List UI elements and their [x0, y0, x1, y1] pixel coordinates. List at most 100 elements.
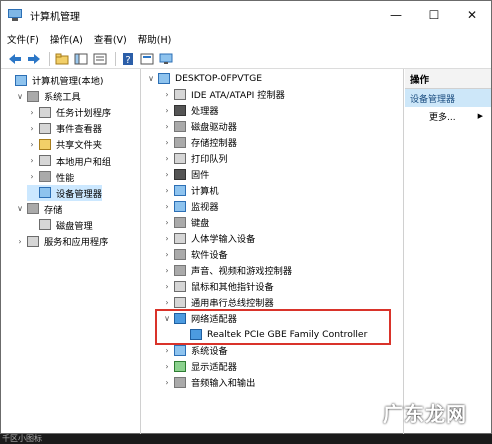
help-icon[interactable]: ? [120, 51, 136, 67]
ide-controller-icon [174, 88, 186, 100]
chevron-right-icon[interactable]: › [27, 140, 37, 149]
chevron-right-icon[interactable]: › [162, 234, 172, 243]
chevron-right-icon[interactable]: › [162, 106, 172, 115]
chevron-right-icon[interactable]: › [27, 108, 37, 117]
nav-item-label: 共享文件夹 [56, 140, 102, 152]
chevron-right-icon[interactable]: › [162, 138, 172, 147]
chevron-right-icon[interactable]: › [162, 186, 172, 195]
nav-item-label: 任务计划程序 [56, 108, 112, 120]
device-category[interactable]: › 系统设备 [162, 342, 228, 358]
toolbar: ? [1, 49, 491, 69]
chevron-down-icon[interactable]: ∨ [146, 74, 156, 83]
maximize-button[interactable]: ☐ [415, 1, 453, 29]
toolbar-separator [49, 51, 50, 66]
computer-management-icon [15, 74, 27, 86]
show-hide-tree-icon[interactable] [73, 51, 89, 67]
services-icon [27, 235, 39, 247]
chevron-right-icon[interactable]: › [162, 362, 172, 371]
nav-item[interactable]: › 本地用户和组 [27, 153, 111, 169]
up-folder-icon[interactable] [54, 51, 70, 67]
svg-text:?: ? [125, 55, 130, 65]
minimize-button[interactable]: — [377, 1, 415, 29]
device-category[interactable]: › 打印队列 [162, 150, 228, 166]
navigation-tree-pane[interactable]: 计算机管理(本地) ∨ 系统工具 › 任务计划程序 › 事件查看器 › 共享文件夹 › 本地用户和组… [1, 69, 141, 434]
actions-header: 操作 [405, 69, 491, 89]
disk-drive-icon [174, 120, 186, 132]
device-category[interactable]: › 磁盘驱动器 [162, 118, 237, 134]
nav-item-label: 本地用户和组 [56, 156, 112, 168]
close-button[interactable]: ✕ [453, 1, 491, 29]
nav-item[interactable]: › 任务计划程序 [27, 104, 111, 120]
device-category[interactable]: › 鼠标和其他指针设备 [162, 278, 274, 294]
nav-item[interactable]: › 服务和应用程序 [15, 233, 108, 249]
nav-item-label: 计算机管理(本地) [32, 76, 104, 87]
chevron-right-icon[interactable]: › [162, 346, 172, 355]
chevron-right-icon[interactable]: › [162, 90, 172, 99]
network-adapter-icon [174, 312, 186, 324]
event-viewer-icon [39, 122, 51, 134]
menu-action[interactable]: 操作(A) [50, 32, 83, 46]
chevron-right-icon[interactable]: › [162, 218, 172, 227]
chevron-right-icon[interactable]: › [162, 154, 172, 163]
chevron-right-icon[interactable]: › [162, 298, 172, 307]
device-tree-root[interactable]: ∨ DESKTOP-0FPVTGE [146, 70, 262, 86]
nav-item[interactable]: 设备管理器 [27, 184, 102, 201]
chevron-right-icon[interactable]: › [162, 202, 172, 211]
device-category[interactable]: › IDE ATA/ATAPI 控制器 [162, 86, 285, 102]
device-category[interactable]: ∨ 网络适配器 [162, 310, 237, 326]
chevron-right-icon[interactable]: › [162, 170, 172, 179]
device-category[interactable]: › 存储控制器 [162, 134, 237, 150]
menu-view[interactable]: 查看(V) [94, 32, 127, 46]
device-category[interactable]: › 人体学输入设备 [162, 230, 255, 246]
chevron-right-icon[interactable]: › [162, 378, 172, 387]
device-label: 软件设备 [191, 250, 228, 261]
device-category[interactable]: › 监视器 [162, 198, 219, 214]
chevron-right-icon[interactable]: › [162, 250, 172, 259]
device-category[interactable]: › 固件 [162, 166, 209, 182]
chevron-down-icon[interactable]: ∨ [15, 204, 25, 213]
nav-item[interactable]: › 事件查看器 [27, 120, 102, 136]
device-category[interactable]: › 计算机 [162, 182, 219, 198]
properties-icon[interactable] [139, 51, 155, 67]
chevron-right-icon[interactable]: › [162, 266, 172, 275]
device-category[interactable]: › 通用串行总线控制器 [162, 294, 274, 310]
chevron-right-icon[interactable]: › [27, 124, 37, 133]
chevron-down-icon[interactable]: ∨ [162, 314, 172, 323]
action-more[interactable]: 更多... ▶ [405, 107, 491, 125]
nav-item[interactable]: 磁盘管理 [27, 217, 93, 233]
device-label: 打印队列 [191, 154, 228, 165]
network-card-icon [190, 328, 202, 340]
back-icon[interactable] [7, 51, 23, 67]
storage-icon [27, 203, 39, 215]
nav-item[interactable]: › 性能 [27, 169, 74, 185]
device-category[interactable]: › 软件设备 [162, 246, 228, 262]
chevron-right-icon[interactable]: › [27, 172, 37, 181]
device-category[interactable]: › 键盘 [162, 214, 209, 230]
chevron-right-icon[interactable]: › [162, 122, 172, 131]
device-category[interactable]: › 处理器 [162, 102, 219, 118]
device-item[interactable]: Realtek PCIe GBE Family Controller [178, 326, 367, 342]
forward-icon[interactable] [26, 51, 42, 67]
device-category[interactable]: › 声音、视频和游戏控制器 [162, 262, 292, 278]
chevron-down-icon[interactable]: ∨ [15, 92, 25, 101]
menu-help[interactable]: 帮助(H) [138, 32, 172, 46]
device-tree-pane[interactable]: ∨ DESKTOP-0FPVTGE › IDE ATA/ATAPI 控制器 › 处理器 › 磁… [142, 69, 404, 434]
monitor-icon[interactable] [158, 51, 174, 67]
nav-item[interactable]: › 共享文件夹 [27, 136, 102, 152]
action-device-manager[interactable]: 设备管理器 [405, 89, 491, 107]
device-category[interactable]: › 音频输入和输出 [162, 374, 255, 390]
chevron-right-icon[interactable]: › [15, 237, 25, 246]
nav-item[interactable]: ∨ 存储 [15, 201, 62, 217]
nav-item[interactable]: ∨ 系统工具 [15, 88, 81, 104]
menu-file[interactable]: 文件(F) [7, 32, 39, 46]
list-view-icon[interactable] [92, 51, 108, 67]
device-label: 音频输入和输出 [191, 378, 256, 389]
monitor-icon [174, 200, 186, 212]
nav-item-label: 系统工具 [44, 92, 81, 104]
chevron-right-icon[interactable]: › [27, 156, 37, 165]
chevron-right-icon[interactable]: › [162, 282, 172, 291]
title-bar[interactable]: 计算机管理 — ☐ ✕ [1, 1, 491, 29]
nav-item[interactable]: 计算机管理(本地) [3, 72, 103, 88]
audio-io-icon [174, 376, 186, 388]
device-category[interactable]: › 显示适配器 [162, 358, 237, 374]
